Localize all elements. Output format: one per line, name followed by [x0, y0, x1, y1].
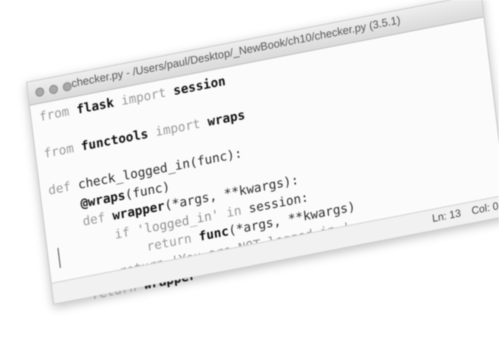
minimize-window-button[interactable]	[48, 83, 59, 95]
code-token: in	[225, 201, 243, 220]
code-token: def	[47, 178, 72, 198]
code-token: from	[38, 103, 70, 125]
code-token: def	[81, 209, 106, 229]
close-window-button[interactable]	[34, 86, 45, 97]
code-token: from	[42, 140, 75, 161]
code-token: if	[113, 223, 131, 242]
code-token: func	[197, 223, 230, 244]
column-number: Col: 0	[470, 200, 499, 218]
editor-window: checker.py - /Users/paul/Desktop/_NewBoo…	[26, 0, 499, 305]
window-controls	[28, 80, 73, 98]
screenshot-stage: checker.py - /Users/paul/Desktop/_NewBoo…	[0, 0, 499, 345]
line-number: Ln: 13	[431, 207, 462, 225]
